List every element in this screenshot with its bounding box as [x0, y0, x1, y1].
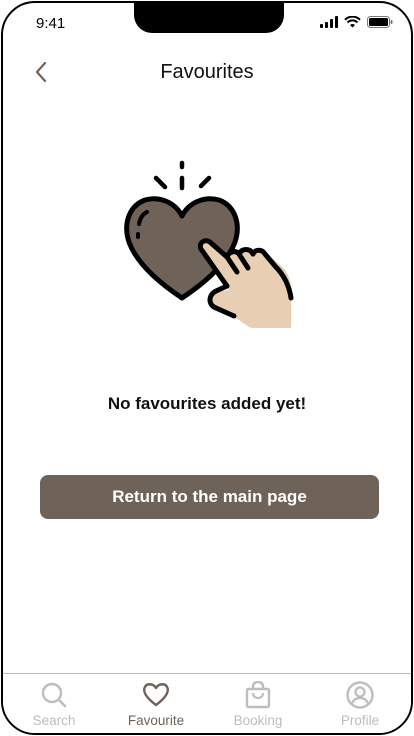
tab-label: Search [32, 713, 76, 728]
return-to-main-page-button[interactable]: Return to the main page [40, 475, 379, 519]
battery-icon [367, 16, 393, 28]
tab-favourite[interactable]: Favourite [105, 674, 207, 733]
tab-profile[interactable]: Profile [309, 674, 411, 733]
phone-frame: 9:41 Favourites No favourites added yet!… [1, 1, 413, 735]
heart-icon [141, 680, 171, 710]
header: Favourites [3, 58, 411, 88]
tab-label: Favourite [127, 713, 185, 728]
shopping-bag-icon [243, 680, 273, 710]
tab-search[interactable]: Search [3, 674, 105, 733]
search-icon [39, 680, 69, 710]
status-icons [320, 16, 393, 28]
heart-hand-illustration-icon [124, 160, 294, 328]
favourite-heart-illustration [119, 158, 299, 333]
device-notch [134, 3, 284, 33]
page-title: Favourites [160, 61, 254, 83]
signal-icon [320, 16, 338, 28]
bottom-tab-bar: Search Favourite Booking Profile [3, 673, 411, 733]
empty-state-message: No favourites added yet! [107, 394, 307, 413]
tab-label: Profile [340, 713, 380, 728]
user-circle-icon [345, 680, 375, 710]
wifi-icon [344, 16, 361, 28]
tab-label: Booking [233, 713, 283, 728]
tab-booking[interactable]: Booking [207, 674, 309, 733]
status-time: 9:41 [36, 15, 66, 32]
